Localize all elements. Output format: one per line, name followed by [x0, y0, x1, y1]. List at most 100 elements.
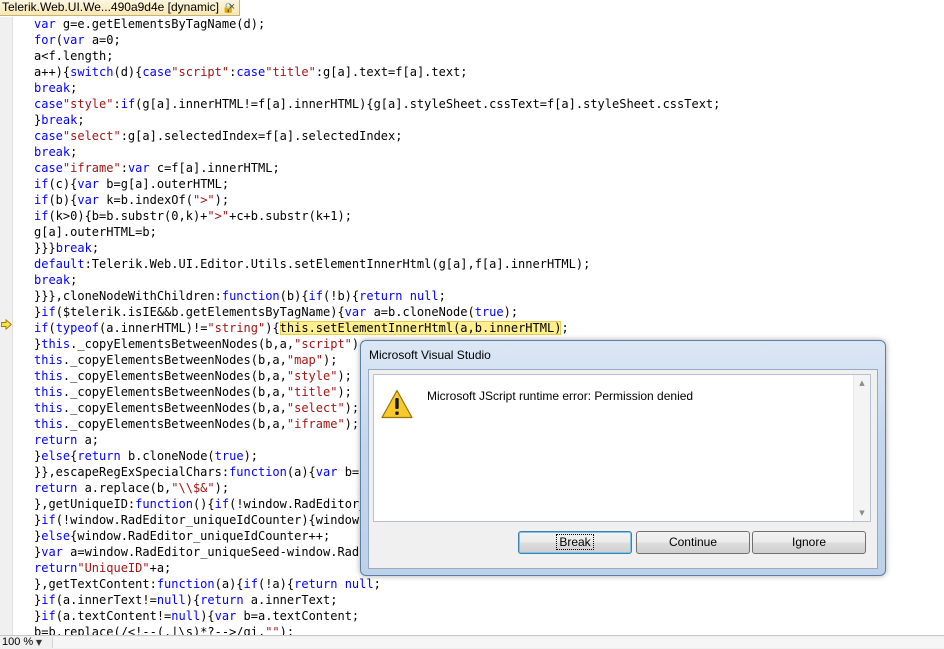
code-token: a;: [77, 433, 100, 447]
code-token: +a;: [149, 561, 172, 575]
code-token: }},escapeRegExSpecialChars:: [34, 465, 230, 479]
code-token: this: [34, 417, 63, 431]
code-token: if: [214, 497, 230, 511]
code-line: if(c){var b=g[a].outerHTML;: [34, 176, 720, 192]
code-token: :g[a].selectedIndex=f[a].selectedIndex;: [120, 129, 403, 143]
code-token: a.replace(b,: [77, 481, 172, 495]
code-token: "string": [207, 321, 266, 335]
horizontal-scrollbar[interactable]: [52, 637, 944, 648]
code-token: else: [41, 449, 71, 463]
code-token: ._copyElementsBetweenNodes(b,a,: [62, 401, 287, 415]
code-token: this: [34, 369, 63, 383]
code-token: },getTextContent:: [34, 577, 157, 591]
code-token: if: [41, 305, 56, 319]
error-dialog: Microsoft Visual Studio Microsoft JScrip…: [360, 340, 886, 576]
code-token: ;: [77, 113, 85, 127]
code-token: function: [221, 289, 280, 303]
code-token: case: [34, 97, 63, 111]
code-token: break: [34, 81, 71, 95]
code-line: break;: [34, 144, 720, 160]
code-token: ){: [185, 593, 201, 607]
code-token: "iframe": [286, 417, 345, 431]
code-line: }if(a.textContent!=null){var b=a.textCon…: [34, 608, 720, 624]
code-line: for(var a=0;: [34, 32, 720, 48]
code-token: c=f[a].innerHTML;: [149, 161, 280, 175]
code-token: function: [229, 465, 287, 479]
zoom-level[interactable]: 100 %: [2, 636, 33, 649]
code-line: }if($telerik.isIE&&b.getElementsByTagNam…: [34, 304, 720, 320]
code-token: break: [34, 145, 71, 159]
scroll-up-icon[interactable]: ▲: [854, 375, 870, 391]
code-token: function: [135, 497, 193, 511]
code-token: (a.innerHTML)!=: [99, 321, 208, 335]
code-token: );: [337, 369, 352, 383]
code-line: if(typeof(a.innerHTML)!="string"){this.s…: [34, 320, 720, 336]
code-token: :: [113, 97, 121, 111]
code-token: ($telerik.isIE&&b.getElementsByTagName){: [55, 305, 345, 319]
code-token: var: [77, 193, 100, 207]
code-token: null: [156, 593, 186, 607]
warning-icon: [381, 389, 413, 419]
code-line: var g=e.getElementsByTagName(d);: [34, 16, 720, 32]
code-token: g=e.getElementsByTagName(d);: [55, 17, 266, 31]
code-token: ){: [265, 321, 280, 335]
code-token: a=b.cloneNode(: [366, 305, 475, 319]
message-scrollbar[interactable]: ▲ ▼: [853, 375, 870, 521]
status-bar: 100 % ▼: [0, 635, 944, 649]
code-token: ;: [70, 273, 78, 287]
code-token: case: [34, 161, 63, 175]
code-token: break: [55, 241, 92, 255]
dialog-title: Microsoft Visual Studio: [369, 348, 491, 362]
code-token: g[a].outerHTML=b;: [34, 225, 157, 239]
code-token: ._copyElementsBetweenNodes(b,a,: [62, 385, 287, 399]
code-token: ){: [200, 609, 215, 623]
code-token: a<f.length;: [34, 49, 114, 63]
code-token: ;: [561, 321, 569, 335]
code-token: var: [41, 545, 63, 559]
code-token: "title": [265, 65, 316, 79]
code-token: return: [77, 449, 121, 463]
code-line: break;: [34, 80, 720, 96]
code-token: return: [34, 561, 78, 575]
code-token: if: [34, 209, 49, 223]
code-token: );: [243, 449, 259, 463]
code-token: ">": [192, 193, 215, 207]
code-token: "select": [62, 129, 121, 143]
code-line: }if(a.innerText!=null){return a.innerTex…: [34, 592, 720, 608]
code-token: return: [359, 289, 403, 303]
code-line: }}},cloneNodeWithChildren:function(b){if…: [34, 288, 720, 304]
code-token: ;: [91, 241, 100, 255]
code-token: ._copyElementsBetweenNodes(b,a,: [62, 369, 287, 383]
code-token: "style": [286, 369, 338, 383]
code-token: a.innerText;: [243, 593, 338, 607]
code-token: ;: [438, 289, 446, 303]
code-token: );: [344, 417, 360, 431]
code-token: a=window.RadEditor_uniqueSeed-window.Rad…: [62, 545, 374, 559]
code-token: (a.innerText!=: [55, 593, 157, 607]
code-token: +c+b.substr(k+1);: [229, 209, 352, 223]
code-token: default: [34, 257, 85, 271]
code-line: case"select":g[a].selectedIndex=f[a].sel…: [34, 128, 720, 144]
code-token: },getUniqueID:: [34, 497, 136, 511]
zoom-dropdown-icon[interactable]: ▼: [30, 637, 48, 648]
code-token: ;: [70, 81, 78, 95]
close-tab-icon[interactable]: ×: [229, 0, 235, 15]
document-tab[interactable]: Telerik.Web.UI.We...490a9d4e [dynamic] 🔒 …: [0, 0, 240, 16]
code-token: );: [503, 305, 519, 319]
break-button[interactable]: Break: [518, 531, 632, 554]
code-token: :Telerik.Web.UI.Editor.Utils.setElementI…: [84, 257, 591, 271]
code-token: {window.RadEditor_uniqueIdCounter++;: [70, 529, 331, 543]
code-line: a<f.length;: [34, 48, 720, 64]
code-token: var: [77, 177, 100, 191]
scroll-down-icon[interactable]: ▼: [854, 505, 870, 521]
ignore-button[interactable]: Ignore: [752, 531, 866, 554]
code-token: this: [34, 401, 63, 415]
code-token: return: [34, 433, 78, 447]
code-line: a++){switch(d){case"script":case"title":…: [34, 64, 720, 80]
code-token: case: [34, 129, 63, 143]
code-token: switch: [70, 65, 114, 79]
code-token: }}}: [34, 241, 56, 255]
code-token: );: [214, 193, 230, 207]
continue-button[interactable]: Continue: [636, 531, 750, 554]
